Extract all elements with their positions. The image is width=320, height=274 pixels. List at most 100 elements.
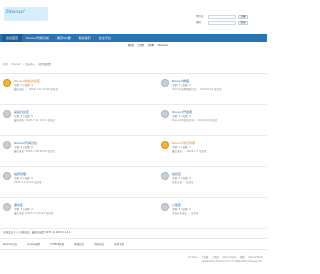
forum-name[interactable]: Discuz!教程 — [172, 79, 264, 83]
online-stats: 在线会员 1 人 在线会员 - 最高记录是 9971 于 2023-11-11. — [3, 231, 72, 234]
forum-icon — [161, 172, 169, 180]
password-input[interactable] — [208, 20, 236, 25]
friend-link[interactable]: Discuz!官方 — [3, 242, 17, 246]
password-row: 密码 登录 — [196, 20, 258, 25]
forum-stats: 主题: 0 | 帖数: 0 — [172, 177, 191, 180]
friend-link[interactable]: HTML5开发 — [51, 242, 65, 246]
breadcrumb-discuz[interactable]: Discuz! — [12, 63, 21, 66]
forum-stats: 主题: 3 | 帖数: 5 — [14, 115, 33, 118]
forum-row: 灌水区 主题: 2 | 帖数: 2 最后发表: 2023-7-3 20:01 某… — [0, 198, 267, 229]
breadcrumb-center[interactable]: 论坛中心 — [25, 63, 35, 66]
forum-icon — [161, 79, 169, 87]
forum-last-post[interactable]: 最后发表: 2023-7-18 16:59 某某某 — [14, 150, 142, 153]
forum-entry: 站务管理 主题: 0 | 帖数: 0 2023-7-3 20:01 某某某 — [3, 172, 142, 184]
username-input[interactable] — [208, 14, 236, 19]
forum-name[interactable]: 公告区 — [172, 203, 264, 207]
forum-row: Discuz!综合讨论区 主题: 1 | 帖数: 1 最后发表: ... 202… — [0, 74, 267, 105]
forum-stats: 主题: 0 | 帖数: 0 — [172, 84, 191, 87]
forum-last-post[interactable]: 2023-7-3 20:01 某某某 — [14, 181, 142, 184]
forum-icon — [3, 110, 11, 118]
forum-row: 站务管理 主题: 0 | 帖数: 0 2023-7-3 20:01 某某某 站长… — [0, 167, 267, 198]
footer-links: Archiver 手机版 小黑屋 Discuz!Qiao 帮助 Discuz!T… — [185, 255, 263, 259]
forum-entry: Discuz!代码讨论 主题: 6 | 帖数: 8 最后发表: 2023-7-1… — [3, 141, 142, 153]
forum-stats: 主题: 0 | 帖数: 0 — [172, 115, 191, 118]
forum-entry: 某某讨论区 主题: 3 | 帖数: 5 最后发表: 2023-7-11 13:4… — [3, 110, 142, 122]
forum-name[interactable]: 某某讨论区 — [14, 110, 142, 114]
friend-links: Discuz!官方 jQuery插件 HTML5开发 开源社区 代码仓库 技术文… — [0, 238, 267, 250]
forum-name[interactable]: Discuz!常见问题 — [172, 141, 264, 145]
register-button[interactable]: 注册 — [238, 14, 248, 19]
footer-link[interactable]: 帮助 — [240, 256, 245, 259]
nav-item-qq[interactable]: 腾讯QQ群 — [53, 36, 75, 40]
main-navigation: 论坛首页 Discuz!代码分析 腾讯QQ群 联系我们 社交平台 — [0, 34, 267, 42]
forum-new-icon — [3, 79, 11, 87]
forum-entry: Discuz!常见问题 主题: 1 | 帖数: 1 最后发表: ... 2023… — [161, 141, 264, 153]
forum-last-post[interactable]: 最后发表: ... 2023-7-7 某某某 — [172, 150, 264, 153]
forum-name[interactable]: 站长区 — [172, 172, 264, 176]
forum-last-post[interactable]: 站长交流 ... 某某某 — [172, 181, 264, 184]
forum-last-post[interactable]: 最后发表: 2023-7-3 20:01 某某某 — [14, 212, 142, 215]
forum-last-post[interactable]: Discuz!使用教程讨论 ... 2023-8-16 某某某 — [172, 88, 264, 91]
subnav-item-discuz[interactable]: Discuz — [158, 44, 168, 47]
site-header: Discuz! 用户名 注册 密码 登录 — [0, 0, 267, 34]
forum-row: 某某讨论区 主题: 3 | 帖数: 5 最后发表: 2023-7-11 13:4… — [0, 105, 267, 136]
footer-link[interactable]: Discuz!Team — [248, 256, 263, 259]
username-row: 用户名 注册 — [196, 14, 258, 19]
breadcrumb: 首页 › Discuz! › 论坛中心 › 综合讨论区 — [3, 63, 52, 66]
forum-last-post[interactable]: 论坛公告发布 ... 某某某 — [172, 212, 264, 215]
forum-stats: 主题: 0 | 帖数: 0 — [172, 208, 191, 211]
nav-item-contact[interactable]: 联系我们 — [75, 36, 95, 40]
friend-link[interactable]: 技术文章 — [114, 242, 124, 246]
footer-link[interactable]: 手机版 — [201, 256, 208, 259]
breadcrumb-current: 综合讨论区 — [38, 63, 52, 66]
forum-last-post[interactable]: Discuz!开发者交流 ... 2023-6-9 某某某 — [172, 119, 264, 122]
forum-stats: 主题: 2 | 帖数: 2 — [14, 208, 33, 211]
forum-name[interactable]: 站务管理 — [14, 172, 142, 176]
site-logo-text: Discuz! — [6, 9, 25, 15]
forum-name[interactable]: 灌水区 — [14, 203, 142, 207]
friend-link[interactable]: 代码仓库 — [94, 242, 104, 246]
friend-link[interactable]: jQuery插件 — [27, 242, 40, 246]
site-footer: Archiver 手机版 小黑屋 Discuz!Qiao 帮助 Discuz!T… — [0, 254, 267, 274]
forum-stats: 主题: 0 | 帖数: 0 — [14, 177, 33, 180]
forum-name[interactable]: Discuz!代码讨论 — [14, 141, 142, 145]
forum-icon — [3, 203, 11, 211]
forum-last-post[interactable]: 最后发表: 2023-7-11 13:41 某某某 — [14, 119, 142, 122]
forum-entry: Discuz!教程 主题: 0 | 帖数: 0 Discuz!使用教程讨论 ..… — [161, 79, 264, 91]
nav-item-code[interactable]: Discuz!代码分析 — [22, 36, 53, 40]
sub-navigation: 搜索 日志 文本 Discuz — [0, 42, 267, 49]
subnav-item-text[interactable]: 文本 — [148, 44, 154, 47]
forum-icon — [161, 110, 169, 118]
username-label: 用户名 — [196, 15, 204, 18]
forum-stats: 主题: 6 | 帖数: 8 — [14, 146, 33, 149]
powered-by: Powered by Discuz! X3.4 © 2001-2023 Coms… — [202, 260, 263, 263]
forum-list: Discuz!综合讨论区 主题: 1 | 帖数: 1 最后发表: ... 202… — [0, 73, 267, 229]
forum-icon — [3, 141, 11, 149]
forum-name[interactable]: Discuz!综合讨论区 — [14, 79, 142, 83]
subnav-item-blog[interactable]: 日志 — [138, 44, 144, 47]
forum-entry: 灌水区 主题: 2 | 帖数: 2 最后发表: 2023-7-3 20:01 某… — [3, 203, 142, 215]
footer-link[interactable]: 小黑屋 — [212, 256, 219, 259]
friend-link[interactable]: 开源社区 — [74, 242, 84, 246]
subnav-item-search[interactable]: 搜索 — [128, 44, 134, 47]
nav-item-social[interactable]: 社交平台 — [95, 36, 115, 40]
forum-new-icon — [161, 141, 169, 149]
nav-item-home[interactable]: 论坛首页 — [2, 34, 23, 42]
forum-entry: 站长区 主题: 0 | 帖数: 0 站长交流 ... 某某某 — [161, 172, 264, 184]
forum-entry: 公告区 主题: 0 | 帖数: 0 论坛公告发布 ... 某某某 — [161, 203, 264, 215]
forum-last-post[interactable]: 最后发表: ... 2023-7-12 23:36 某某某 — [14, 88, 142, 91]
footer-link[interactable]: Archiver — [188, 256, 198, 259]
forum-stats: 主题: 1 | 帖数: 1 — [14, 84, 33, 87]
forum-row: Discuz!代码讨论 主题: 6 | 帖数: 8 最后发表: 2023-7-1… — [0, 136, 267, 167]
forum-entry: Discuz!开发者 主题: 0 | 帖数: 0 Discuz!开发者交流 ..… — [161, 110, 264, 122]
password-label: 密码 — [196, 21, 202, 24]
login-button[interactable]: 登录 — [238, 20, 248, 25]
forum-stats: 主题: 1 | 帖数: 1 — [172, 146, 191, 149]
footer-link[interactable]: Discuz!Qiao — [223, 256, 237, 259]
forum-name[interactable]: Discuz!开发者 — [172, 110, 264, 114]
forum-icon — [161, 203, 169, 211]
breadcrumb-home[interactable]: 首页 — [3, 63, 8, 66]
login-box: 用户名 注册 密码 登录 — [196, 14, 258, 26]
forum-icon — [3, 172, 11, 180]
forum-entry: Discuz!综合讨论区 主题: 1 | 帖数: 1 最后发表: ... 202… — [3, 79, 142, 91]
